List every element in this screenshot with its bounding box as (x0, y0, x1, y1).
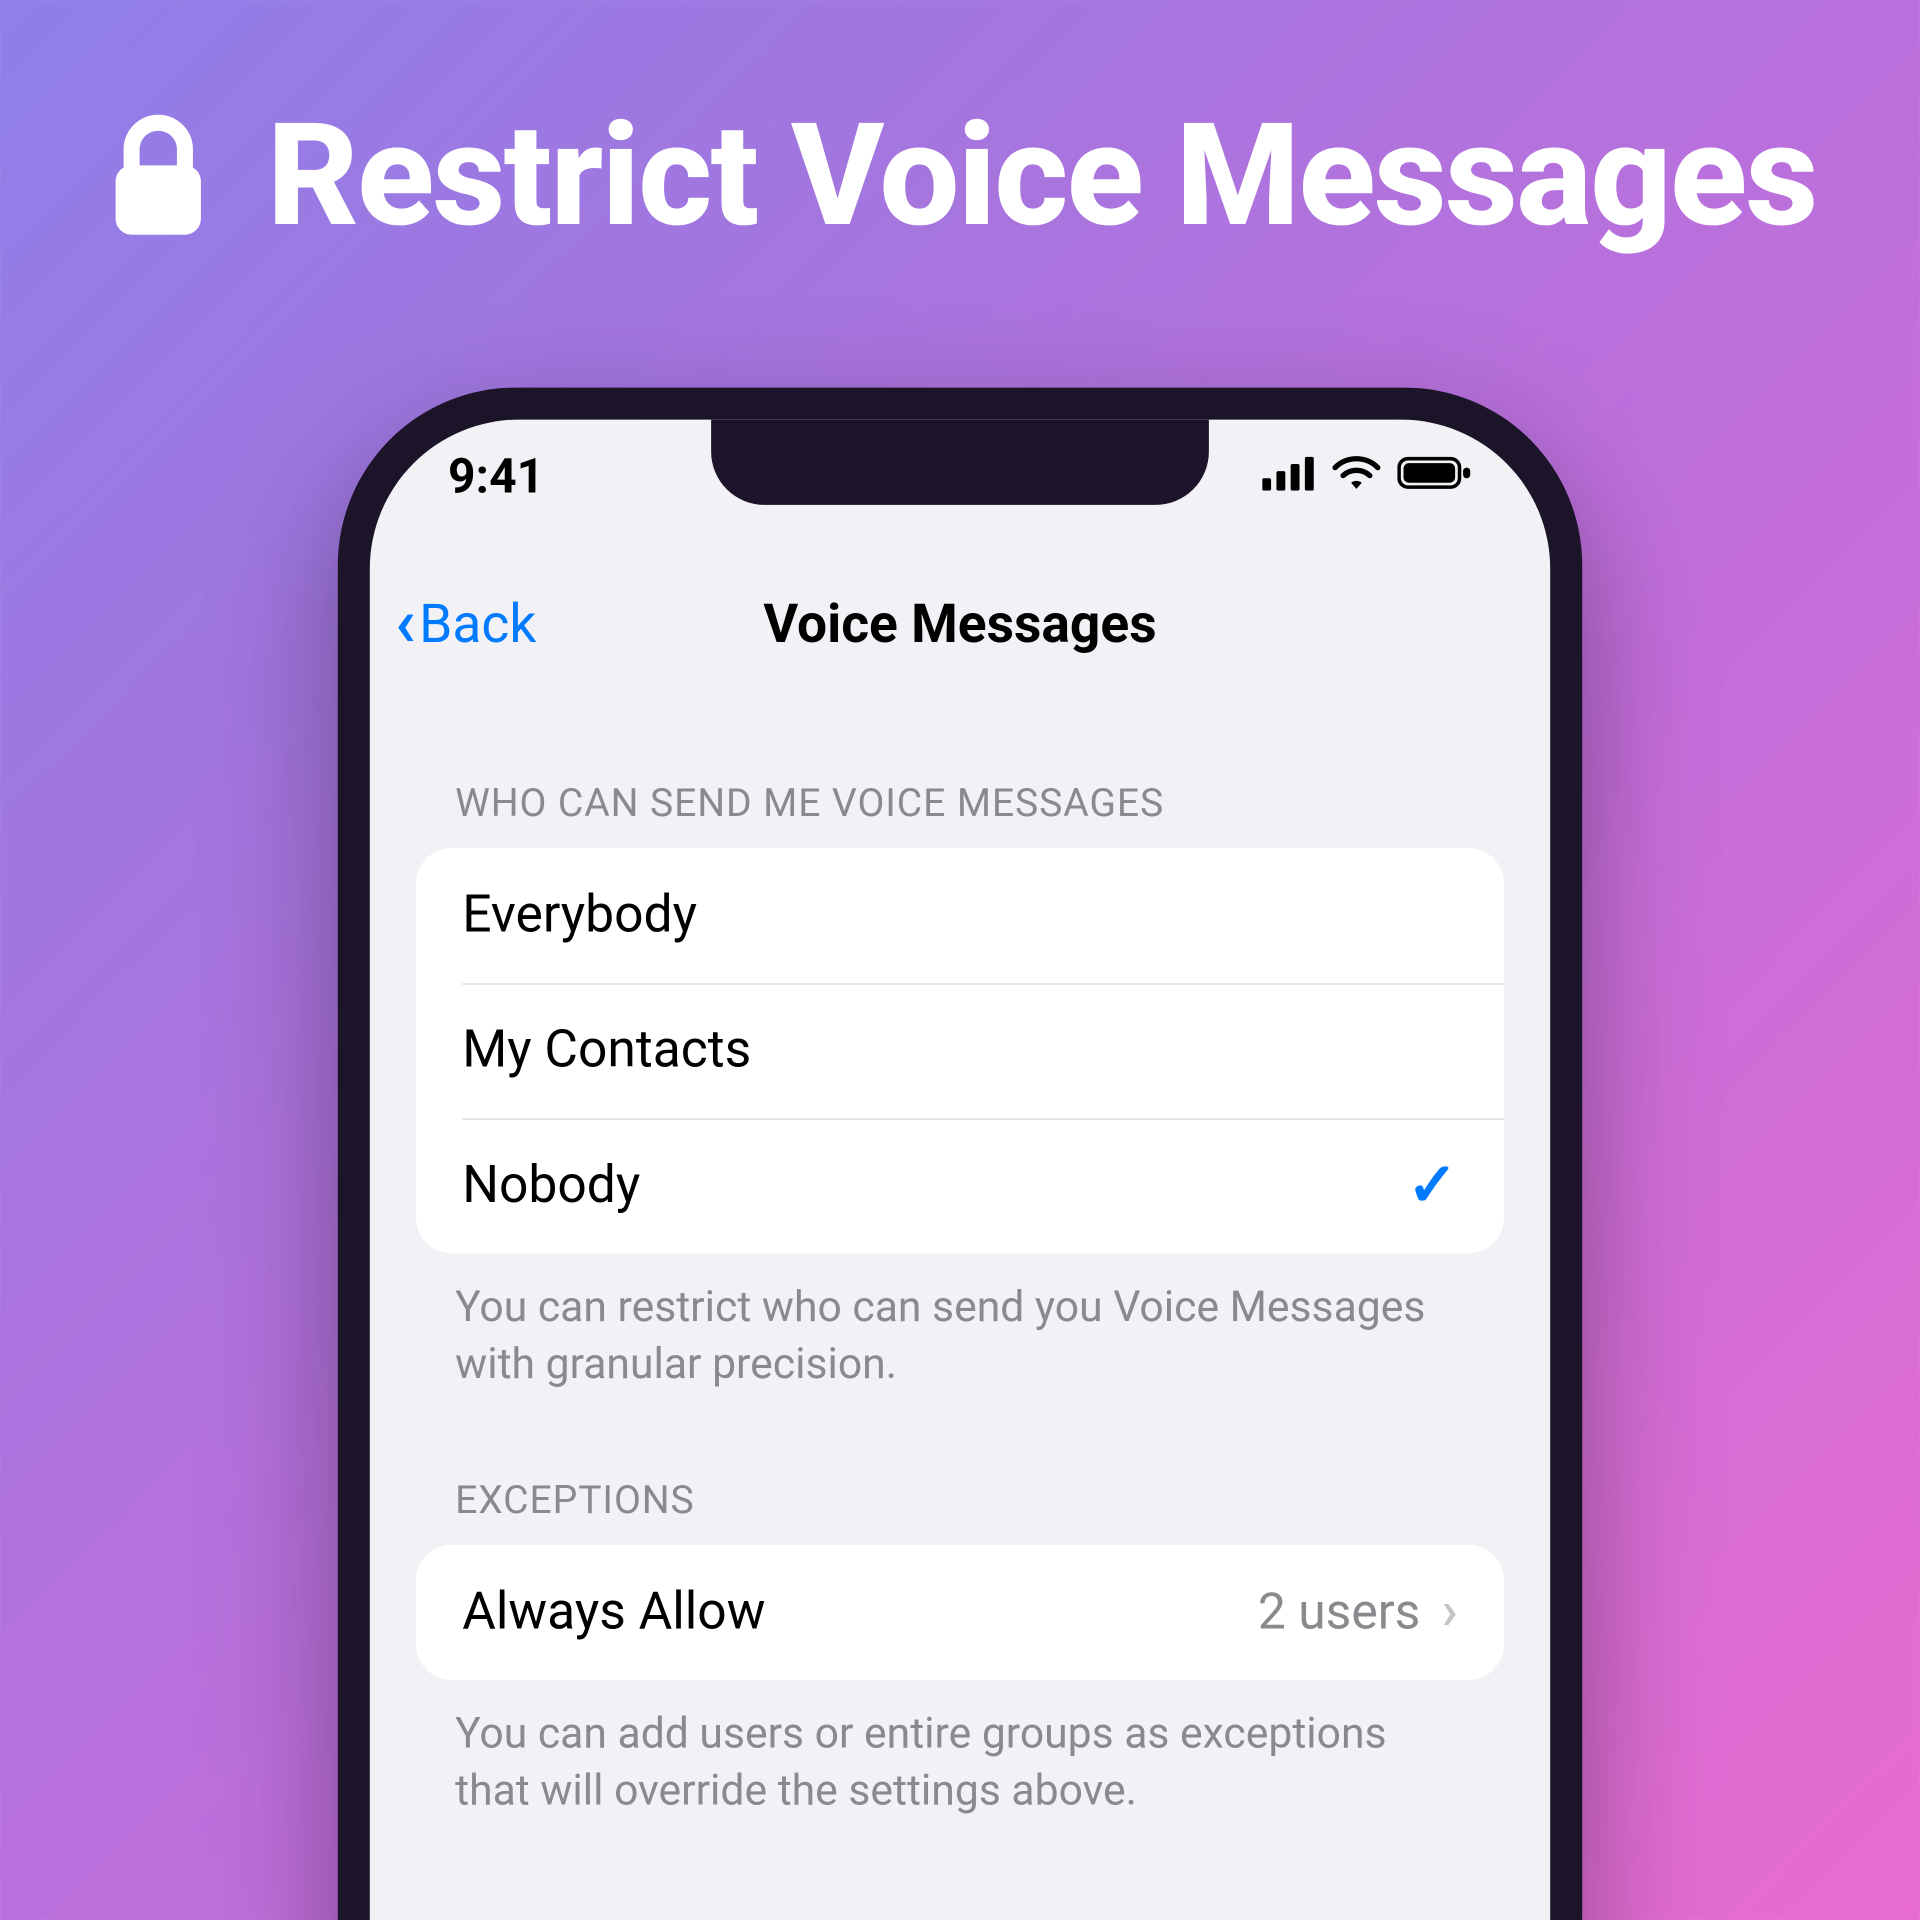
option-label: Nobody (462, 1156, 640, 1216)
phone-screen: 9:41 (370, 420, 1550, 1920)
promo-card: Restrict Voice Messages 9:41 (0, 0, 1920, 1920)
status-icons (1262, 455, 1472, 498)
status-time: 9:41 (448, 448, 544, 505)
section-footer-exceptions: You can add users or entire groups as ex… (455, 1704, 1465, 1819)
option-label: My Contacts (462, 1020, 751, 1080)
cellular-icon (1262, 455, 1315, 498)
check-icon: ✓ (1407, 1150, 1458, 1221)
back-label: Back (419, 593, 536, 655)
row-detail: 2 users (1258, 1583, 1420, 1642)
option-nobody[interactable]: Nobody ✓ (416, 1118, 1504, 1253)
nav-bar: ‹ Back Voice Messages (370, 565, 1550, 682)
option-my-contacts[interactable]: My Contacts (416, 983, 1504, 1118)
page-title: Voice Messages (763, 593, 1156, 655)
promo-header: Restrict Voice Messages (0, 92, 1920, 259)
who-can-send-list: Everybody My Contacts Nobody ✓ (416, 848, 1504, 1253)
lock-icon (103, 112, 213, 240)
section-header-who: WHO CAN SEND ME VOICE MESSAGES (455, 782, 1504, 826)
always-allow-row[interactable]: Always Allow 2 users › (416, 1544, 1504, 1679)
row-label: Always Allow (462, 1582, 765, 1642)
exceptions-list: Always Allow 2 users › (416, 1544, 1504, 1679)
back-button[interactable]: ‹ Back (395, 590, 537, 658)
chevron-left-icon: ‹ (395, 590, 416, 658)
phone-frame: 9:41 (338, 388, 1582, 1920)
section-footer-who: You can restrict who can send you Voice … (455, 1278, 1465, 1393)
option-label: Everybody (462, 885, 697, 945)
battery-icon (1397, 455, 1472, 498)
notch (711, 420, 1209, 505)
wifi-icon (1332, 455, 1382, 498)
settings-content: WHO CAN SEND ME VOICE MESSAGES Everybody… (370, 722, 1550, 1820)
promo-title: Restrict Voice Messages (267, 92, 1817, 259)
chevron-right-icon: › (1442, 1581, 1458, 1643)
section-header-exceptions: EXCEPTIONS (455, 1479, 1504, 1523)
option-everybody[interactable]: Everybody (416, 848, 1504, 983)
